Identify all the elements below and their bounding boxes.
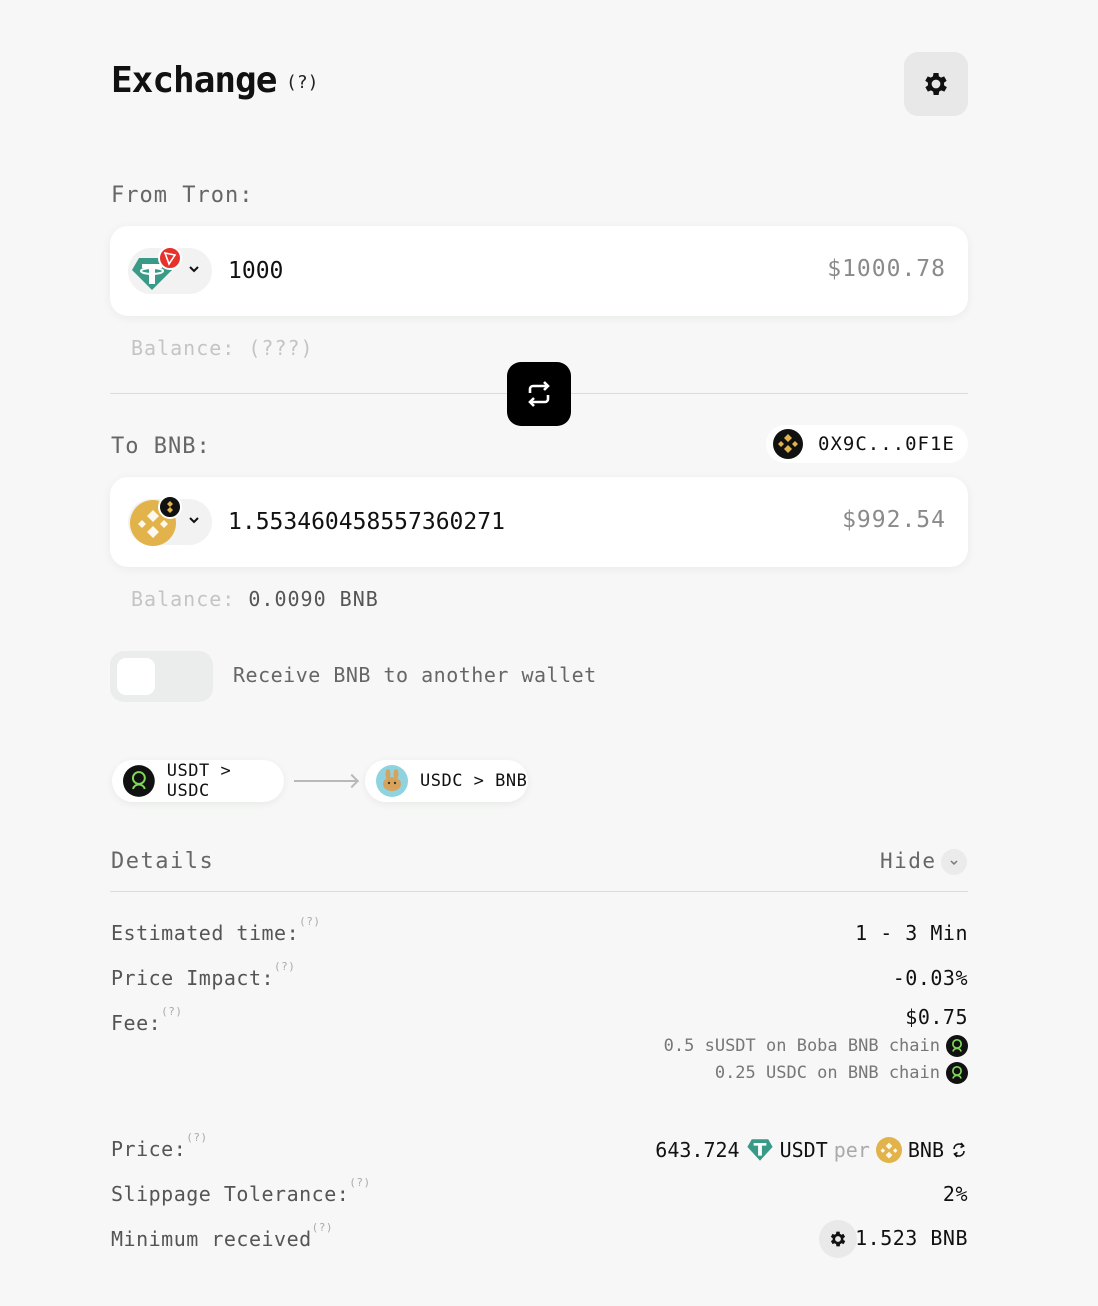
fee-breakdown-item: 0.25 USDC on BNB chain — [715, 1062, 968, 1084]
bnb-icon — [875, 1137, 902, 1163]
to-balance-value: 0.0090 BNB — [248, 587, 379, 611]
fee-value: $0.75 — [905, 1005, 968, 1029]
details-title: Details — [111, 849, 215, 874]
from-balance-label: Balance: — [131, 336, 236, 360]
to-token-selector[interactable] — [128, 495, 212, 546]
estimated-time-label: Estimated time:(?) — [111, 915, 321, 945]
hide-details-button[interactable]: Hide — [880, 849, 937, 873]
boba-icon — [946, 1062, 968, 1084]
hide-details-chevron[interactable] — [941, 849, 967, 875]
from-token-selector[interactable] — [128, 246, 212, 294]
refresh-icon[interactable] — [950, 1141, 968, 1159]
swap-arrows-icon — [528, 381, 550, 407]
from-label: From Tron: — [111, 183, 254, 208]
help-icon[interactable]: (?) — [312, 1221, 333, 1234]
from-balance-value: (???) — [248, 336, 314, 360]
help-icon[interactable]: (?) — [161, 1005, 182, 1018]
price-value: 643.724 USDT per BNB — [655, 1137, 968, 1163]
bnb-chain-badge-icon — [158, 495, 182, 519]
help-icon[interactable]: (?) — [274, 960, 295, 973]
swap-direction-button[interactable] — [507, 362, 571, 426]
price-impact-value: -0.03% — [892, 966, 968, 990]
chevron-down-icon — [189, 266, 199, 273]
route-arrow — [294, 780, 356, 782]
help-icon[interactable]: (?) — [299, 915, 320, 928]
slippage-label: Slippage Tolerance:(?) — [111, 1176, 371, 1206]
gear-icon — [925, 73, 947, 95]
to-amount-input[interactable] — [228, 503, 748, 541]
boba-icon — [946, 1035, 968, 1057]
price-base-token: USDT — [779, 1138, 828, 1162]
to-card: $992.54 — [110, 477, 968, 567]
receive-other-wallet-toggle[interactable] — [110, 651, 213, 702]
fee-breakdown-text: 0.5 sUSDT on Boba BNB chain — [663, 1036, 940, 1056]
price-impact-text: Price Impact: — [111, 966, 275, 990]
chevron-down-icon — [950, 860, 958, 866]
from-balance: Balance: (???) — [131, 336, 314, 360]
estimated-time-value: 1 - 3 Min — [855, 921, 968, 945]
estimated-time-text: Estimated time: — [111, 921, 300, 945]
price-label: Price:(?) — [111, 1131, 208, 1161]
price-text: Price: — [111, 1137, 187, 1161]
settings-button[interactable] — [904, 52, 968, 116]
page-title: Exchange — [111, 60, 277, 101]
minimum-received-text: Minimum received — [111, 1227, 312, 1251]
chevron-down-icon — [189, 517, 199, 524]
fee-breakdown-item: 0.5 sUSDT on Boba BNB chain — [664, 1035, 968, 1057]
help-icon[interactable]: (?) — [186, 1131, 207, 1144]
boba-icon — [123, 765, 155, 797]
price-amount: 643.724 — [655, 1138, 740, 1162]
price-per: per — [833, 1138, 870, 1162]
usdt-icon — [746, 1139, 773, 1161]
from-amount-input[interactable] — [228, 252, 748, 290]
route-step-1: USDT > USDC — [112, 760, 284, 802]
fee-breakdown-text: 0.25 USDC on BNB chain — [714, 1063, 940, 1083]
to-balance: Balance: 0.0090 BNB — [131, 587, 379, 611]
gear-icon — [830, 1231, 846, 1247]
slippage-value: 2% — [942, 1182, 968, 1206]
toggle-knob — [117, 658, 155, 695]
slippage-settings-button[interactable] — [819, 1220, 857, 1258]
details-divider — [110, 891, 968, 892]
help-icon[interactable]: (?) — [286, 72, 319, 93]
route-step-1-label: USDT > USDC — [166, 761, 232, 801]
wallet-address: 0X9C...0F1E — [818, 433, 955, 455]
fee-text: Fee: — [111, 1011, 162, 1035]
tron-badge-icon — [158, 246, 182, 270]
to-balance-label: Balance: — [131, 587, 236, 611]
route-step-2: USDC > BNB — [365, 760, 528, 802]
receive-other-wallet-label: Receive BNB to another wallet — [233, 663, 597, 687]
help-icon[interactable]: (?) — [349, 1176, 370, 1189]
price-impact-label: Price Impact:(?) — [111, 960, 295, 990]
from-card: $1000.78 — [110, 226, 968, 316]
bnb-wallet-icon — [773, 429, 803, 459]
slippage-text: Slippage Tolerance: — [111, 1182, 350, 1206]
pancakeswap-icon — [376, 765, 408, 797]
price-quote-token: BNB — [907, 1138, 944, 1162]
to-label: To BNB: — [111, 434, 211, 459]
minimum-received-label: Minimum received(?) — [111, 1221, 333, 1251]
minimum-received-value: 1.523 BNB — [855, 1226, 968, 1250]
fee-label: Fee:(?) — [111, 1005, 183, 1035]
to-usd-value: $992.54 — [842, 507, 946, 533]
wallet-address-pill[interactable]: 0X9C...0F1E — [766, 425, 968, 463]
route-step-2-label: USDC > BNB — [420, 771, 528, 791]
from-usd-value: $1000.78 — [827, 256, 946, 282]
